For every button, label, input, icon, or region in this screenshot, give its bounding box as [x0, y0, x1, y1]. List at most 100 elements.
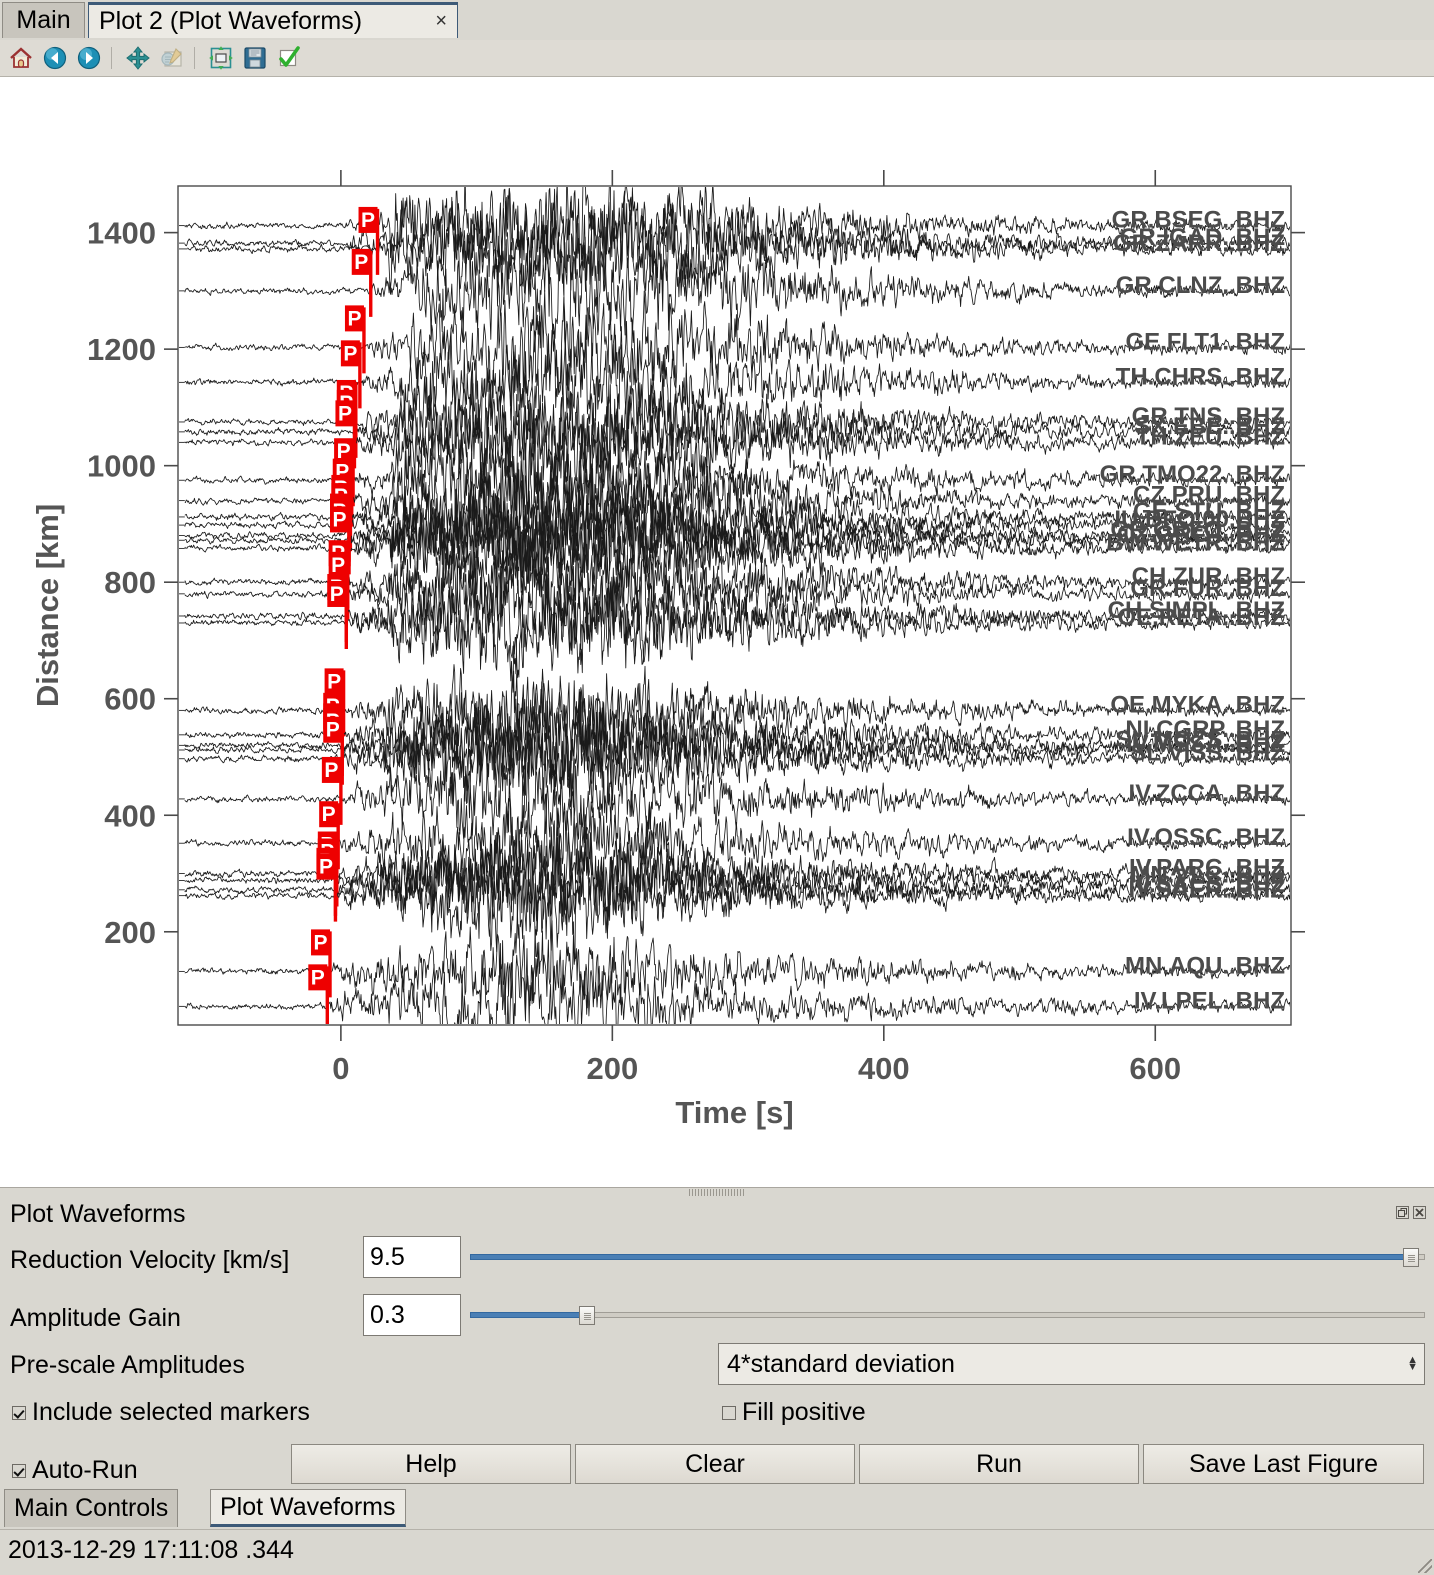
svg-text:1000: 1000	[87, 449, 156, 484]
back-arrow-icon[interactable]	[40, 43, 70, 73]
amplitude-gain-label: Amplitude Gain	[10, 1304, 181, 1332]
waveform-section-plot[interactable]: 200 400 600 800 1000 1200 1400 Distance [km] 0 20…	[0, 77, 1434, 1187]
svg-text:400: 400	[104, 798, 156, 833]
svg-text:P: P	[333, 508, 347, 531]
status-bar: 2013-12-29 17:11:08 .344	[0, 1529, 1434, 1575]
checkbox-box	[12, 1463, 26, 1478]
reduction-velocity-input[interactable]	[363, 1236, 461, 1278]
zoom-fit-icon[interactable]	[206, 43, 236, 73]
svg-text:P: P	[330, 583, 344, 606]
checkbox-box	[722, 1405, 736, 1420]
amplitude-gain-input[interactable]	[363, 1294, 461, 1336]
svg-text:P: P	[361, 209, 375, 232]
svg-text:P: P	[347, 307, 361, 330]
tab-main-controls[interactable]: Main Controls	[4, 1489, 179, 1527]
tab-plot-waveforms[interactable]: Plot Waveforms	[210, 1489, 406, 1527]
include-selected-markers-checkbox[interactable]: Include selected markers	[12, 1398, 310, 1427]
svg-text:1400: 1400	[87, 216, 156, 251]
save-floppy-icon[interactable]	[240, 43, 270, 73]
svg-text:MN.AQU..BHZ: MN.AQU..BHZ	[1125, 952, 1285, 979]
run-button[interactable]: Run	[859, 1444, 1139, 1484]
prescale-amplitudes-value: 4*standard deviation	[727, 1349, 955, 1378]
svg-text:P: P	[327, 670, 341, 693]
clear-button[interactable]: Clear	[575, 1444, 855, 1484]
fill-positive-checkbox[interactable]: Fill positive	[722, 1398, 866, 1427]
svg-text:GR.CLNZ..BHZ: GR.CLNZ..BHZ	[1116, 272, 1285, 299]
help-button[interactable]: Help	[291, 1444, 571, 1484]
apply-check-icon[interactable]	[274, 43, 304, 73]
tab-plot-2-label: Plot 2 (Plot Waveforms)	[99, 7, 363, 35]
svg-text:P: P	[324, 759, 338, 782]
svg-text:600: 600	[1129, 1051, 1181, 1086]
auto-run-label: Auto-Run	[32, 1456, 138, 1484]
svg-text:IV.OSSC..BHZ: IV.OSSC..BHZ	[1127, 824, 1285, 851]
tab-main[interactable]: Main	[2, 2, 85, 38]
panel-window-controls	[1396, 1206, 1426, 1219]
svg-text:OE.RETA..BHZ: OE.RETA..BHZ	[1117, 604, 1285, 631]
reduction-velocity-label: Reduction Velocity [km/s]	[10, 1246, 290, 1274]
edit-configure-icon[interactable]	[157, 43, 187, 73]
svg-text:P: P	[331, 554, 345, 577]
slider-knob[interactable]	[1402, 1248, 1419, 1267]
slider-fill	[470, 1254, 1411, 1260]
svg-text:400: 400	[858, 1051, 910, 1086]
toolbar-separator-1	[111, 47, 112, 69]
tab-main-controls-label: Main Controls	[14, 1494, 169, 1522]
svg-text:P: P	[354, 251, 368, 274]
svg-text:600: 600	[104, 682, 156, 717]
bottom-tab-bar: Main Controls Plot Waveforms	[0, 1489, 1434, 1529]
svg-text:P: P	[326, 719, 340, 742]
top-tab-bar: Main Plot 2 (Plot Waveforms) ×	[0, 0, 1434, 41]
svg-text:OE.MYKA..BHZ: OE.MYKA..BHZ	[1110, 691, 1285, 718]
svg-text:SL.VISS..BHZ: SL.VISS..BHZ	[1130, 740, 1285, 767]
svg-text:1200: 1200	[87, 332, 156, 367]
svg-text:0: 0	[332, 1051, 349, 1086]
chevron-updown-icon[interactable]: ▲ ▼	[1407, 1355, 1418, 1373]
pan-move-icon[interactable]	[123, 43, 153, 73]
tab-plot-waveforms-label: Plot Waveforms	[220, 1492, 396, 1521]
svg-text:200: 200	[104, 915, 156, 950]
tab-main-label: Main	[16, 6, 71, 34]
svg-text:GE.FLT1..BHZ: GE.FLT1..BHZ	[1125, 328, 1285, 355]
resize-grip[interactable]	[1418, 1559, 1432, 1573]
plot-toolbar	[0, 40, 1434, 77]
reduction-velocity-slider[interactable]	[470, 1247, 1425, 1267]
svg-text:TH.ZEU..BHZ: TH.ZEU..BHZ	[1136, 423, 1285, 450]
include-selected-markers-label: Include selected markers	[32, 1398, 310, 1426]
float-panel-icon[interactable]	[1396, 1206, 1409, 1219]
svg-text:BW.WETR..BHZ: BW.WETR..BHZ	[1106, 529, 1285, 556]
save-last-figure-button[interactable]: Save Last Figure	[1143, 1444, 1424, 1484]
svg-text:Time [s]: Time [s]	[675, 1095, 793, 1130]
svg-text:P: P	[338, 402, 352, 425]
svg-text:P: P	[322, 803, 336, 826]
amplitude-gain-slider[interactable]	[470, 1305, 1425, 1325]
panel-title: Plot Waveforms	[10, 1200, 186, 1228]
svg-text:200: 200	[586, 1051, 638, 1086]
prescale-amplitudes-select[interactable]: 4*standard deviation ▲ ▼	[718, 1343, 1425, 1385]
slider-fill	[470, 1312, 587, 1318]
close-panel-icon[interactable]	[1413, 1206, 1426, 1219]
auto-run-checkbox[interactable]: Auto-Run	[12, 1456, 138, 1485]
close-icon[interactable]: ×	[435, 10, 447, 33]
panel-splitter-grip[interactable]	[689, 1189, 745, 1196]
svg-text:TH.CHRS..BHZ: TH.CHRS..BHZ	[1116, 363, 1285, 390]
svg-text:IV.LPEL..BHZ: IV.LPEL..BHZ	[1134, 987, 1285, 1014]
prescale-amplitudes-label: Pre-scale Amplitudes	[10, 1351, 245, 1379]
waveform-plot-area[interactable]: 200 400 600 800 1000 1200 1400 Distance [km] 0 20…	[0, 77, 1434, 1187]
fill-positive-label: Fill positive	[742, 1398, 866, 1426]
svg-text:P: P	[319, 856, 333, 879]
home-icon[interactable]	[6, 43, 36, 73]
status-timestamp: 2013-12-29 17:11:08 .344	[8, 1536, 294, 1564]
svg-text:IV.SAER..BHZ: IV.SAER..BHZ	[1129, 877, 1285, 904]
svg-text:800: 800	[104, 565, 156, 600]
svg-text:P: P	[314, 931, 328, 954]
svg-text:Distance [km]: Distance [km]	[30, 504, 65, 707]
forward-arrow-icon[interactable]	[74, 43, 104, 73]
slider-knob[interactable]	[578, 1306, 595, 1325]
svg-text:GR.ZARR..BHZ: GR.ZARR..BHZ	[1113, 230, 1285, 257]
checkbox-box	[12, 1405, 26, 1420]
tab-plot-2[interactable]: Plot 2 (Plot Waveforms) ×	[88, 2, 458, 38]
svg-text:P: P	[311, 966, 325, 989]
slider-track	[470, 1312, 1425, 1318]
svg-text:IV.ZCCA..BHZ: IV.ZCCA..BHZ	[1129, 780, 1285, 807]
